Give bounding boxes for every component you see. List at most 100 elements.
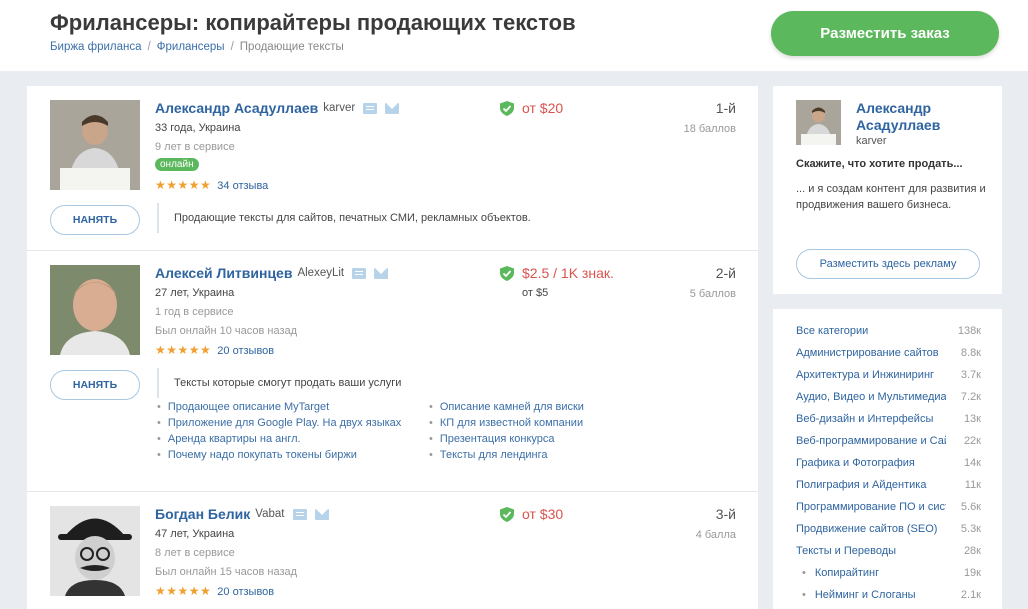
category-label[interactable]: Тексты и Переводы <box>796 545 946 557</box>
price: от $20 <box>522 100 564 116</box>
mail-icon[interactable] <box>374 267 389 279</box>
category-count: 28к <box>961 545 981 557</box>
freelancer-service-time: 8 лет в сервисе <box>155 547 235 559</box>
category-label[interactable]: Веб-дизайн и Интерфейсы <box>796 413 946 425</box>
freelancer-name[interactable]: Богдан Белик <box>155 506 250 522</box>
portfolio-link[interactable]: КП для известной компании <box>429 415 701 431</box>
category-label[interactable]: Аудио, Видео и Мультимедиа <box>796 391 946 403</box>
promo-avatar[interactable] <box>796 100 841 145</box>
price: $2.5 / 1K знак. <box>522 265 614 281</box>
freelancer-login: Vabat <box>255 508 285 520</box>
category-list: Все категории 138к Администрирование сайт… <box>773 309 1002 609</box>
freelancer-list: Александр Асадуллаев karver 33 года, Укр… <box>27 86 758 609</box>
category-label[interactable]: Все категории <box>796 325 946 337</box>
rating-stars-icon: ★★★★★ <box>155 343 212 357</box>
category-label[interactable]: Нейминг и Слоганы <box>802 589 946 601</box>
freelancer-login: AlexeyLit <box>297 267 345 279</box>
mail-icon[interactable] <box>385 102 400 114</box>
rank: 1-й <box>715 100 736 116</box>
freelancer-card: Александр Асадуллаев karver 33 года, Укр… <box>27 86 758 251</box>
category-count: 22к <box>961 435 981 447</box>
verified-shield-icon <box>500 100 514 116</box>
category-item[interactable]: Архитектура и Инжиниринг 3.7к <box>796 369 981 385</box>
portfolio-link[interactable]: Презентация конкурса <box>429 431 701 447</box>
category-label[interactable]: Администрирование сайтов <box>796 347 946 359</box>
verified-shield-icon <box>500 265 514 281</box>
place-order-button[interactable]: Разместить заказ <box>771 11 999 56</box>
category-label[interactable]: Программирование ПО и систем <box>796 501 946 513</box>
document-icon[interactable] <box>363 102 378 114</box>
freelancer-card: Богдан Белик Vabat 47 лет, Украина 8 лет… <box>27 492 758 609</box>
mail-icon[interactable] <box>314 508 329 520</box>
hire-button[interactable]: НАНЯТЬ <box>50 370 140 400</box>
last-online: Был онлайн 10 часов назад <box>155 325 298 337</box>
promo-name[interactable]: Александр Асадуллаев <box>856 100 976 134</box>
category-count: 2.1к <box>958 589 981 601</box>
freelancer-service-time: 1 год в сервисе <box>155 306 234 318</box>
category-item[interactable]: Продвижение сайтов (SEO) 5.3к <box>796 523 981 539</box>
category-count: 13к <box>961 413 981 425</box>
category-label[interactable]: Полиграфия и Айдентика <box>796 479 946 491</box>
hire-button[interactable]: НАНЯТЬ <box>50 205 140 235</box>
category-item[interactable]: Тексты и Переводы 28к <box>796 545 981 561</box>
reviews-link[interactable]: 34 отзыва <box>217 180 268 192</box>
category-item[interactable]: Аудио, Видео и Мультимедиа 7.2к <box>796 391 981 407</box>
category-item[interactable]: Полиграфия и Айдентика 11к <box>796 479 981 495</box>
category-count: 3.7к <box>958 369 981 381</box>
reviews-link[interactable]: 20 отзывов <box>217 586 274 598</box>
score: 4 балла <box>695 529 736 541</box>
category-item[interactable]: Администрирование сайтов 8.8к <box>796 347 981 363</box>
category-label[interactable]: Копирайтинг <box>802 567 946 579</box>
portfolio-link[interactable]: Приложение для Google Play. На двух язык… <box>157 415 429 431</box>
breadcrumb-current: Продающие тексты <box>239 41 344 53</box>
freelancer-name[interactable]: Александр Асадуллаев <box>155 100 318 116</box>
category-count: 5.3к <box>958 523 981 535</box>
breadcrumb-link-freelancers[interactable]: Фрилансеры <box>157 41 225 53</box>
category-label[interactable]: Веб-программирование и Сайты <box>796 435 946 447</box>
avatar[interactable] <box>50 506 140 596</box>
category-item[interactable]: Веб-дизайн и Интерфейсы 13к <box>796 413 981 429</box>
freelancer-description: Тексты которые смогут продать ваши услуг… <box>157 368 401 398</box>
avatar[interactable] <box>50 100 140 190</box>
category-label[interactable]: Архитектура и Инжиниринг <box>796 369 946 381</box>
category-count: 7.2к <box>958 391 981 403</box>
category-count: 8.8к <box>958 347 981 359</box>
portfolio-link[interactable]: Почему надо покупать токены биржи <box>157 447 429 463</box>
freelancer-name[interactable]: Алексей Литвинцев <box>155 265 292 281</box>
category-label[interactable]: Продвижение сайтов (SEO) <box>796 523 946 535</box>
category-item[interactable]: Графика и Фотография 14к <box>796 457 981 473</box>
document-icon[interactable] <box>292 508 307 520</box>
portfolio-link[interactable]: Описание камней для виски <box>429 399 701 415</box>
portfolio-link[interactable]: Аренда квартиры на англ. <box>157 431 429 447</box>
category-item[interactable]: Программирование ПО и систем 5.6к <box>796 501 981 517</box>
breadcrumb: Биржа фриланса / Фрилансеры / Продающие текс… <box>50 41 344 53</box>
rank: 2-й <box>715 265 736 281</box>
portfolio-links: Продающее описание MyTarget Приложение д… <box>157 399 701 463</box>
document-icon[interactable] <box>352 267 367 279</box>
last-online: Был онлайн 15 часов назад <box>155 566 298 578</box>
freelancer-age-location: 33 года, Украина <box>155 122 241 134</box>
avatar[interactable] <box>50 265 140 355</box>
subcategory-item[interactable]: Нейминг и Слоганы 2.1к <box>796 589 981 605</box>
breadcrumb-link-exchange[interactable]: Биржа фриланса <box>50 41 142 53</box>
page-header: Фрилансеры: копирайтеры продающих тексто… <box>0 0 1028 71</box>
reviews-link[interactable]: 20 отзывов <box>217 345 274 357</box>
category-label[interactable]: Графика и Фотография <box>796 457 946 469</box>
freelancer-service-time: 9 лет в сервисе <box>155 141 235 153</box>
portfolio-link[interactable]: Продающее описание MyTarget <box>157 399 429 415</box>
online-badge: онлайн <box>155 158 199 171</box>
category-count: 11к <box>962 479 981 491</box>
category-count: 5.6к <box>958 501 981 513</box>
portfolio-link[interactable]: Тексты для лендинга <box>429 447 701 463</box>
freelancer-login: karver <box>323 102 356 114</box>
page-title: Фрилансеры: копирайтеры продающих тексто… <box>50 10 576 35</box>
category-count: 14к <box>961 457 981 469</box>
category-item[interactable]: Все категории 138к <box>796 325 981 341</box>
category-count: 19к <box>961 567 981 579</box>
rating-stars-icon: ★★★★★ <box>155 584 212 598</box>
subcategory-item[interactable]: Копирайтинг 19к <box>796 567 981 583</box>
category-item[interactable]: Веб-программирование и Сайты 22к <box>796 435 981 451</box>
promo-block: Александр Асадуллаев karver Скажите, что… <box>773 86 1002 294</box>
freelancer-age-location: 47 лет, Украина <box>155 528 235 540</box>
place-ad-button[interactable]: Разместить здесь рекламу <box>796 249 980 279</box>
